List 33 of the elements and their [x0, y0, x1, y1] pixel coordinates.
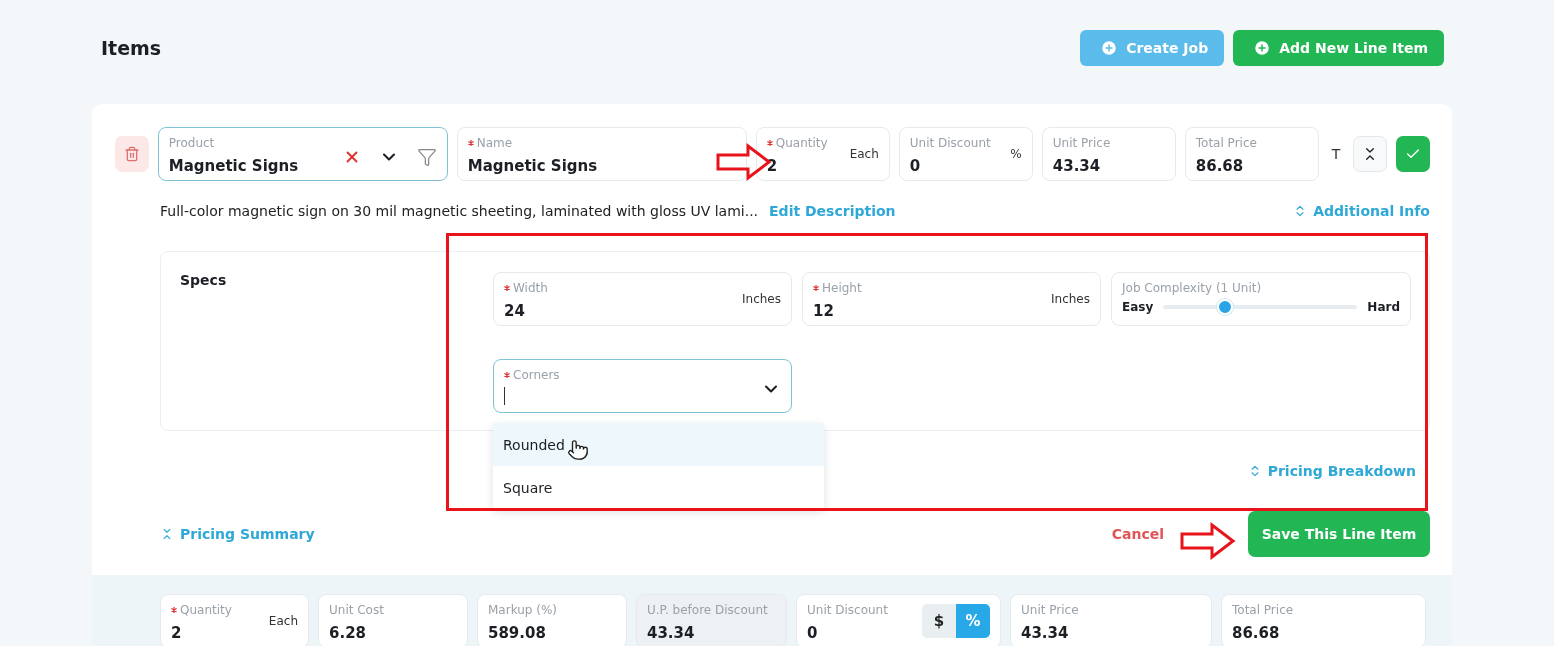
- input-field[interactable]: Quantity 2 Each: [160, 594, 309, 646]
- collapse-button[interactable]: [1353, 136, 1388, 172]
- input-field[interactable]: Unit Price 43.34: [1041, 127, 1176, 181]
- input-field[interactable]: Unit Discount 0 %: [898, 127, 1033, 181]
- input-field[interactable]: Total Price 86.68: [1184, 127, 1319, 181]
- product-select[interactable]: Product Magnetic Signs: [157, 127, 448, 181]
- input-field[interactable]: Height 12 Inches: [802, 272, 1101, 326]
- filter-icon[interactable]: [416, 147, 437, 167]
- input-field[interactable]: Name Magnetic Signs: [456, 127, 747, 181]
- delete-button[interactable]: [115, 136, 149, 172]
- confirm-button[interactable]: [1396, 136, 1430, 172]
- input-field[interactable]: Unit Cost 6.28: [318, 594, 468, 646]
- collapse-icon: [160, 527, 174, 541]
- plus-icon: [1253, 39, 1272, 57]
- dropdown-option[interactable]: Square: [493, 466, 824, 509]
- input-field[interactable]: Total Price 86.68: [1221, 594, 1426, 646]
- plus-icon: [1100, 39, 1119, 57]
- item-description: Full-color magnetic sign on 30 mil magnetic sheeting, laminated with gloss UV lami...: [160, 203, 759, 219]
- unit-toggle[interactable]: $: [922, 604, 956, 638]
- dropdown-option[interactable]: Rounded: [493, 423, 824, 466]
- input-field[interactable]: Unit Price 43.34: [1010, 594, 1212, 646]
- specs-title: Specs: [180, 272, 228, 290]
- page-title: Items: [101, 37, 162, 59]
- tax-label: T: [1331, 146, 1341, 162]
- input-field[interactable]: Markup (%) 589.08: [477, 594, 627, 646]
- hand-cursor-icon: [566, 438, 589, 461]
- complexity-slider[interactable]: Job Complexity (1 Unit) Easy Hard: [1111, 272, 1411, 326]
- input-field[interactable]: Width 24 Inches: [493, 272, 792, 326]
- input-field[interactable]: Unit Discount 0 $ %: [796, 594, 1001, 646]
- cancel-link[interactable]: Cancel: [1111, 526, 1164, 542]
- slider-thumb[interactable]: [1217, 299, 1234, 315]
- trash-icon: [123, 146, 140, 162]
- arrow-icon: [1180, 522, 1236, 560]
